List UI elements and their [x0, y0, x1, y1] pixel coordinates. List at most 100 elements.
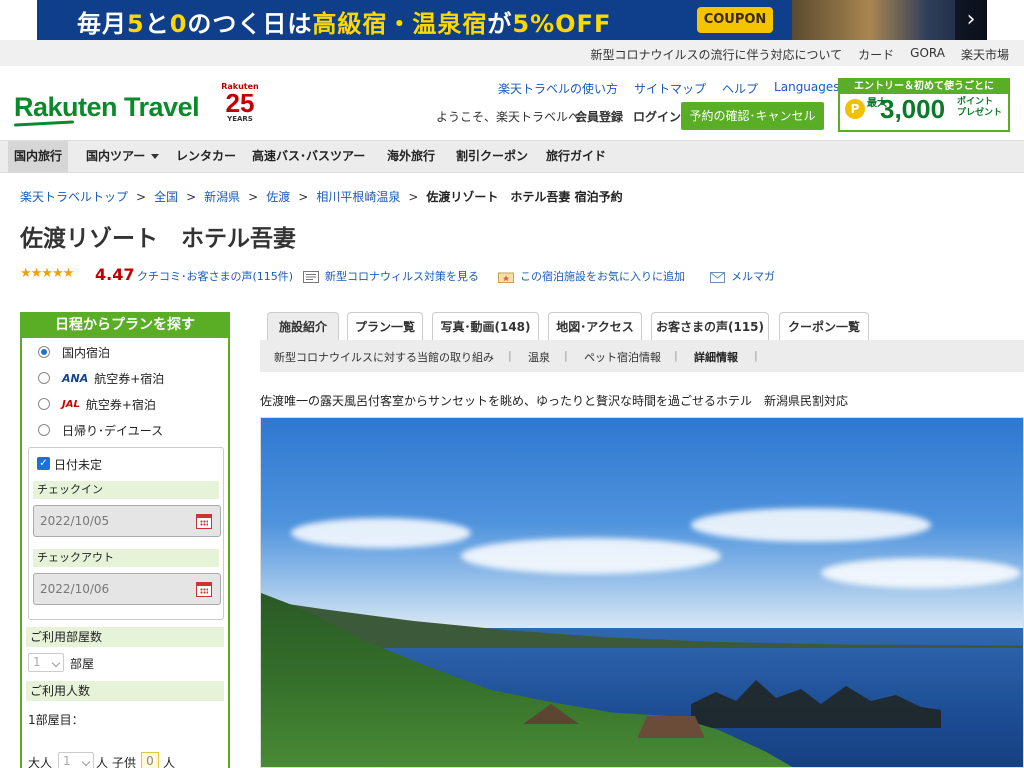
tab-plan-list[interactable]: プラン一覧	[347, 312, 423, 340]
subnav-onsen[interactable]: 温泉	[528, 349, 550, 365]
facility-subnav: 新型コロナウイルスに対する当館の取り組み | 温泉 | ペット宿泊情報 | 詳細…	[260, 340, 1024, 372]
entry-campaign-point-label: ポイント プレゼント	[957, 97, 1002, 119]
breadcrumb-sep: >	[136, 190, 147, 204]
breadcrumb-sado[interactable]: 佐渡	[266, 190, 290, 204]
promo-coupon-badge: COUPON	[697, 7, 773, 33]
entry-campaign-title: エントリー＆初めて使うごとに	[840, 80, 1008, 94]
search-type-jal[interactable]: JAL 航空券+宿泊	[38, 394, 156, 414]
breadcrumb-sep: >	[298, 190, 309, 204]
hotel-catchphrase: 佐渡唯一の露天風呂付客室からサンセットを眺め、ゆったりと贅沢な時間を過ごせるホテ…	[260, 394, 849, 408]
date-undecided-checkbox[interactable]: ✓	[37, 457, 50, 470]
utility-link-ichiba[interactable]: 楽天市場	[961, 46, 1009, 63]
radio-unselected[interactable]	[38, 424, 50, 436]
child-label: 子供	[112, 756, 137, 768]
search-type-domestic[interactable]: 国内宿泊	[38, 342, 110, 362]
review-link[interactable]: クチコミ･お客さまの声(115件)	[137, 268, 293, 284]
header-link-howto[interactable]: 楽天トラベルの使い方	[498, 80, 618, 97]
anniversary-badge: Rakuten 25 YEARS	[220, 82, 260, 128]
checkin-label: チェックイン	[33, 481, 219, 499]
welcome-text: ようこそ、楽天トラベルへ	[436, 110, 581, 124]
entry-campaign-banner[interactable]: エントリー＆初めて使うごとに P 最大 3,000 ポイント プレゼント	[838, 78, 1010, 132]
breadcrumb-niigata[interactable]: 新潟県	[204, 190, 240, 204]
adult-select[interactable]: 1	[58, 752, 94, 768]
add-favorite-label: この宿泊施設をお気に入りに追加	[520, 270, 685, 283]
date-undecided-label: 日付未定	[54, 458, 103, 472]
cloud-shape	[461, 538, 721, 574]
covid-measures-link[interactable]: 新型コロナウィルス対策を見る	[303, 268, 479, 284]
promo-text-b: 5	[127, 10, 145, 38]
register-link[interactable]: 会員登録	[575, 108, 623, 125]
checkout-date-field[interactable]: 2022/10/06	[33, 573, 221, 605]
reservation-confirm-button[interactable]: 予約の確認･キャンセル	[681, 102, 824, 130]
gnav-rentacar[interactable]: レンタカー	[170, 141, 242, 172]
plan-search-title: 日程からプランを探す	[20, 312, 230, 338]
rooms-select[interactable]: 1	[28, 653, 64, 672]
child-count-field[interactable]: 0	[141, 752, 159, 768]
gnav-coupon[interactable]: 割引クーポン	[450, 141, 534, 172]
breadcrumb-current: 佐渡リゾート ホテル吾妻 宿泊予約	[426, 190, 623, 204]
radio-selected[interactable]	[38, 346, 50, 358]
promo-banner[interactable]: 毎月5と0のつく日は高級宿・温泉宿が5%OFF COUPON ›	[37, 0, 987, 40]
promo-text-d: 0	[169, 10, 188, 38]
subnav-sep: |	[674, 349, 678, 362]
checkout-label: チェックアウト	[33, 549, 219, 567]
promo-text-c: と	[144, 10, 170, 38]
rooms-label: ご利用部屋数	[26, 627, 224, 647]
chevron-right-icon[interactable]: ›	[955, 0, 987, 40]
calendar-icon[interactable]	[196, 582, 212, 597]
adult-unit: 人	[96, 756, 109, 768]
adult-label: 大人	[28, 756, 53, 768]
hotel-main-photo[interactable]	[260, 417, 1024, 768]
child-unit: 人	[163, 756, 176, 768]
tab-map-access[interactable]: 地図･アクセス	[548, 312, 642, 340]
subnav-sep: |	[564, 349, 568, 362]
tab-facility-intro[interactable]: 施設紹介	[267, 312, 339, 340]
checkin-date-value: 2022/10/05	[40, 514, 110, 528]
utility-bar: 新型コロナウイルスの流行に伴う対応について カード GORA 楽天市場	[0, 40, 1024, 66]
add-favorite-link[interactable]: この宿泊施設をお気に入りに追加	[498, 268, 685, 284]
promo-banner-area: 毎月5と0のつく日は高級宿・温泉宿が5%OFF COUPON ›	[0, 0, 1024, 40]
tab-coupons[interactable]: クーポン一覧	[779, 312, 869, 340]
utility-link-gora[interactable]: GORA	[910, 46, 945, 63]
radio-unselected[interactable]	[38, 398, 50, 410]
promo-text-g: が	[487, 10, 513, 38]
gnav-guide[interactable]: 旅行ガイド	[540, 141, 612, 172]
calendar-icon[interactable]	[196, 514, 212, 529]
breadcrumb-nationwide[interactable]: 全国	[154, 190, 178, 204]
breadcrumb-top[interactable]: 楽天トラベルトップ	[20, 190, 128, 204]
subnav-pet[interactable]: ペット宿泊情報	[584, 349, 661, 365]
search-type-ana[interactable]: ANA 航空券+宿泊	[38, 368, 164, 388]
utility-link-card[interactable]: カード	[858, 46, 894, 63]
anniversary-number: 25	[225, 88, 255, 118]
gnav-bus[interactable]: 高速バス･バスツアー	[246, 141, 371, 172]
mail-magazine-link[interactable]: メルマガ	[710, 268, 775, 284]
breadcrumb-sep: >	[186, 190, 197, 204]
breadcrumb-sep: >	[248, 190, 259, 204]
search-type-dayuse-label: 日帰り･デイユース	[62, 423, 164, 438]
subnav-details[interactable]: 詳細情報	[694, 349, 738, 365]
radio-unselected[interactable]	[38, 372, 50, 384]
rating-stars: ★★★★★	[20, 266, 74, 281]
search-type-dayuse[interactable]: 日帰り･デイユース	[38, 420, 163, 440]
gnav-overseas[interactable]: 海外旅行	[381, 141, 441, 172]
gnav-domestic-tour[interactable]: 国内ツアー	[80, 141, 165, 172]
tab-photos[interactable]: 写真･動画(148)	[432, 312, 539, 340]
point-coin-icon: P	[845, 99, 865, 119]
checkin-date-field[interactable]: 2022/10/05	[33, 505, 221, 537]
header-link-help[interactable]: ヘルプ	[722, 80, 758, 97]
header-links: 楽天トラベルの使い方 サイトマップ ヘルプ Languages	[498, 80, 853, 97]
search-type-jal-label: 航空券+宿泊	[85, 397, 156, 412]
rakuten-travel-logo[interactable]: Rakuten Travel	[14, 92, 200, 123]
breadcrumb-onsen[interactable]: 相川平根崎温泉	[316, 190, 400, 204]
subnav-covid[interactable]: 新型コロナウイルスに対する当館の取り組み	[274, 349, 494, 365]
gnav-domestic[interactable]: 国内旅行	[8, 141, 69, 172]
promo-text: 毎月5と0のつく日は高級宿・温泉宿が5%OFF	[77, 4, 611, 39]
header-link-sitemap[interactable]: サイトマップ	[634, 80, 706, 97]
login-link[interactable]: ログイン	[633, 108, 681, 125]
utility-link-covid[interactable]: 新型コロナウイルスの流行に伴う対応について	[591, 46, 843, 63]
tab-reviews[interactable]: お客さまの声(115)	[651, 312, 769, 340]
mail-magazine-label: メルマガ	[731, 270, 775, 283]
entry-campaign-amount: 3,000	[880, 94, 946, 124]
promo-text-a: 毎月	[77, 10, 127, 38]
newspaper-icon	[303, 271, 319, 283]
